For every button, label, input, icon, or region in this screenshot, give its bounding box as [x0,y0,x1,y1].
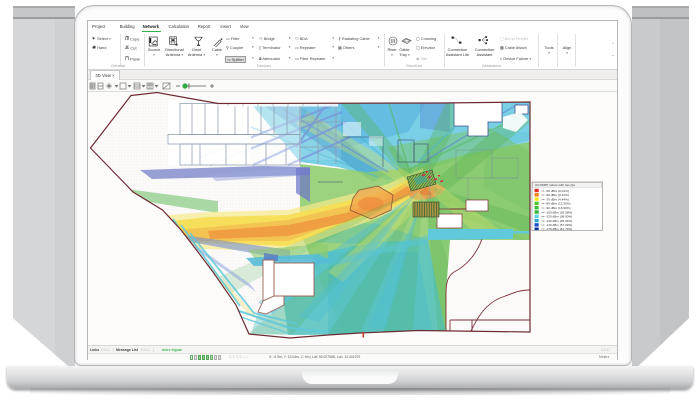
svg-text:(0) RSRP indoor with two (t)s: (0) RSRP indoor with two (t)s [535,183,575,187]
svg-text:>= -175 dBm (61.79%): >= -175 dBm (61.79%) [541,227,572,231]
